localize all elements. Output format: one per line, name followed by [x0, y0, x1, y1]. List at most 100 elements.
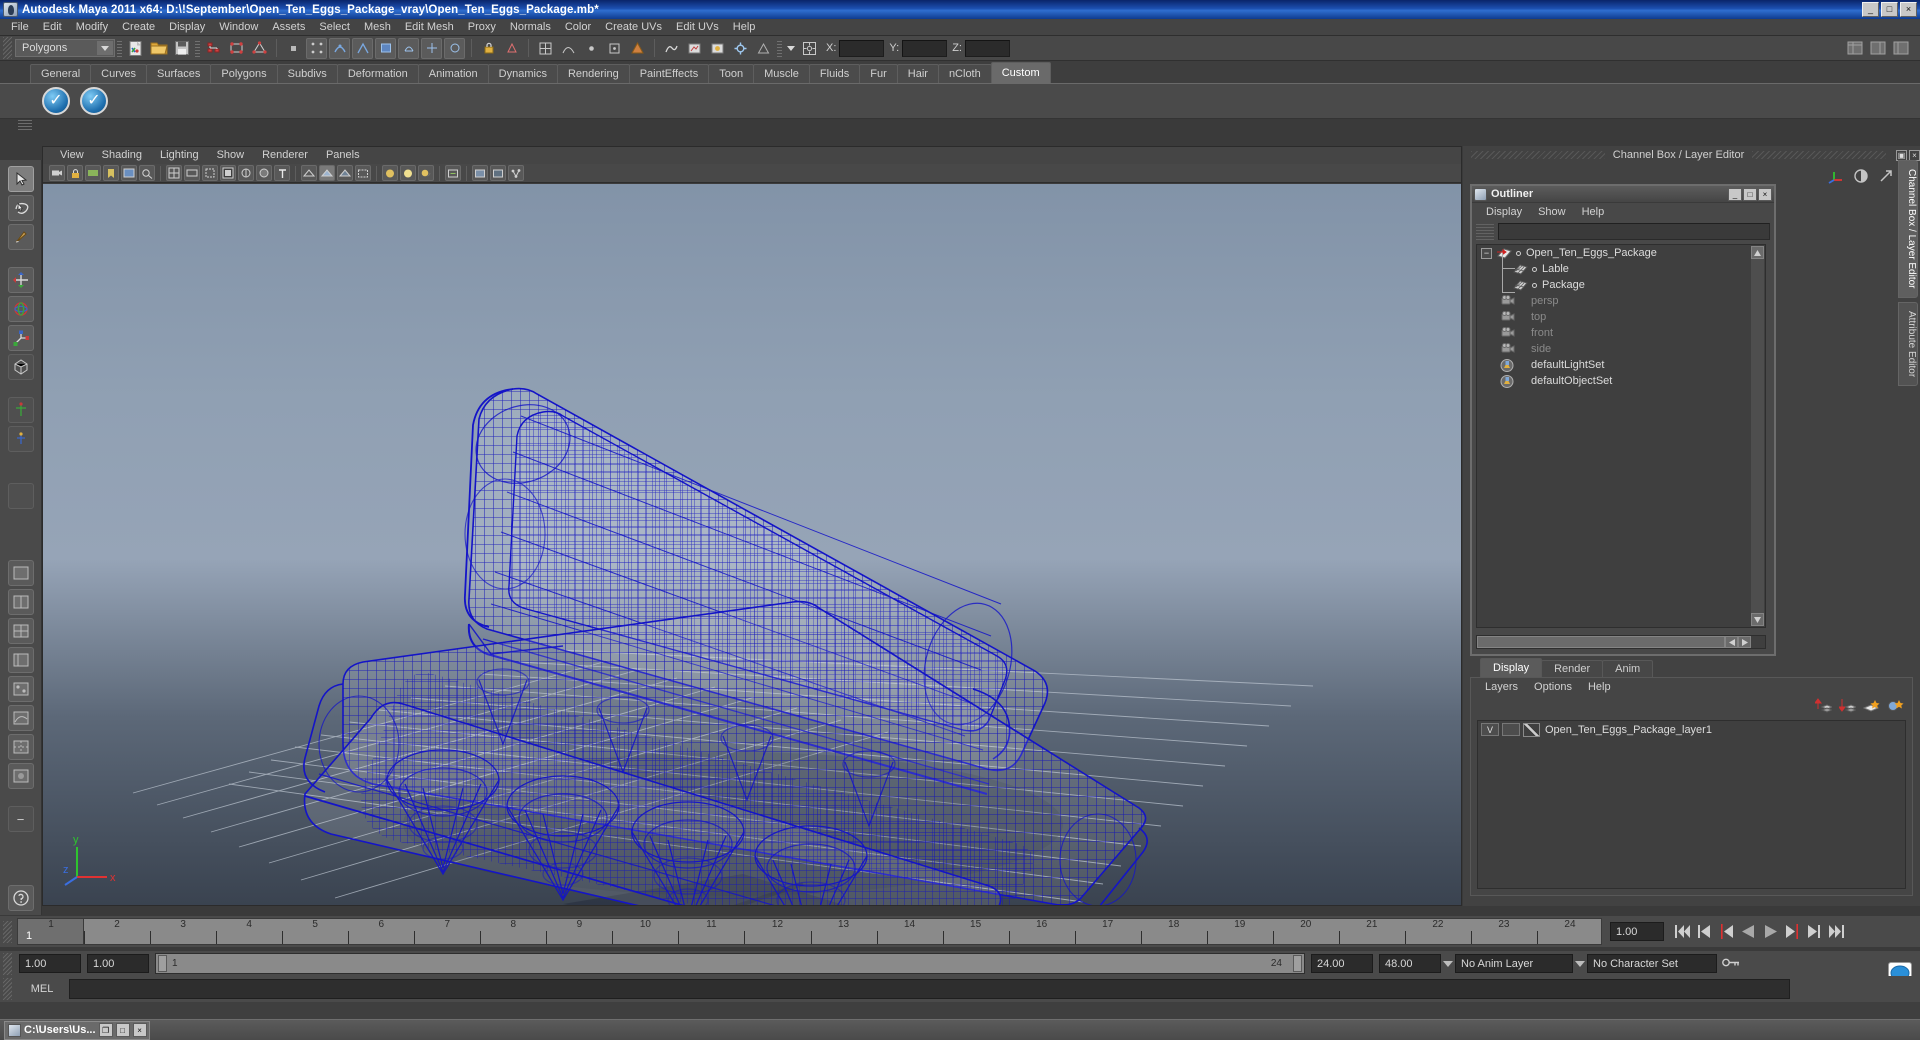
outliner-item-side[interactable]: side: [1477, 341, 1765, 357]
layer-tab-display[interactable]: Display: [1480, 658, 1543, 677]
layer-list[interactable]: V Open_Ten_Eggs_Package_layer1: [1477, 720, 1906, 889]
shading-bounding-box-icon[interactable]: [355, 165, 371, 181]
y-input[interactable]: [902, 39, 948, 57]
select-by-component-icon[interactable]: [249, 38, 270, 59]
component-mask-handle-icon[interactable]: [283, 38, 304, 59]
camera-attributes-icon[interactable]: [85, 165, 101, 181]
new-scene-icon[interactable]: [125, 38, 146, 59]
show-tool-settings-icon[interactable]: [1890, 38, 1911, 59]
menu-item-assets[interactable]: Assets: [265, 19, 312, 35]
menu-item-edit-mesh[interactable]: Edit Mesh: [398, 19, 461, 35]
dock-drag-handle-left[interactable]: [1471, 151, 1605, 159]
shading-flat-icon[interactable]: [337, 165, 353, 181]
outliner-filter-icon[interactable]: [1476, 223, 1494, 240]
select-tool-button[interactable]: [7, 166, 34, 192]
select-by-object-icon[interactable]: [226, 38, 247, 59]
object-mode-button[interactable]: [7, 483, 34, 509]
viewport-menu-shading[interactable]: Shading: [93, 147, 151, 164]
layer-menu-layers[interactable]: Layers: [1477, 681, 1526, 693]
viewport-menu-lighting[interactable]: Lighting: [151, 147, 208, 164]
outliner-item-open_ten_eggs_package[interactable]: − Open_Ten_Eggs_Package: [1477, 245, 1765, 261]
outliner-expander[interactable]: −: [1481, 247, 1492, 259]
xray-icon[interactable]: [256, 165, 272, 181]
soft-mod-tool-button[interactable]: [7, 426, 34, 452]
playback-start-field[interactable]: 1.00: [87, 954, 149, 973]
time-slider[interactable]: 1 1 2 3 4 5 6 7 8 9 10 11 12 13 14 15 16 17 18 19 20 21 22 23 2…: [17, 918, 1602, 945]
taskbar-maximize-button[interactable]: □: [115, 1023, 130, 1037]
viewport-menu-show[interactable]: Show: [208, 147, 254, 164]
new-layer-icon[interactable]: [1862, 698, 1880, 713]
taskbar-restore-button[interactable]: ❐: [98, 1023, 113, 1037]
play-backwards-icon[interactable]: [1740, 924, 1757, 940]
snap-to-point-icon[interactable]: [581, 38, 602, 59]
hypergraph-layout-button[interactable]: [7, 676, 34, 702]
x-input[interactable]: [839, 39, 885, 57]
outliner-tree[interactable]: − Open_Ten_Eggs_Package Lable Package persp t…: [1476, 244, 1766, 628]
menu-item-file[interactable]: File: [4, 19, 36, 35]
range-end-field[interactable]: 48.00: [1379, 954, 1441, 973]
layer-visibility-toggle[interactable]: V: [1481, 723, 1499, 736]
shelf-tab-painteffects[interactable]: PaintEffects: [628, 64, 710, 83]
outliner-item-top[interactable]: top: [1477, 309, 1765, 325]
transform-field-chevron-icon[interactable]: [784, 39, 798, 57]
vray-sphere-icon[interactable]: ✓: [42, 87, 70, 115]
menu-item-select[interactable]: Select: [312, 19, 357, 35]
dock-restore-button[interactable]: ▣: [1896, 149, 1907, 161]
menu-set-selector[interactable]: Polygons: [15, 39, 115, 57]
dock-tab-attribute-editor[interactable]: Attribute Editor: [1898, 301, 1918, 386]
lasso-tool-button[interactable]: [7, 195, 34, 221]
shading-smooth-icon[interactable]: [319, 165, 335, 181]
anim-layer-chevron-icon[interactable]: [1441, 955, 1455, 973]
shelf-tab-custom[interactable]: Custom: [990, 62, 1051, 83]
scroll-up-icon[interactable]: [1751, 246, 1764, 259]
viewport-menu-renderer[interactable]: Renderer: [253, 147, 317, 164]
layer-color-swatch[interactable]: [1523, 722, 1540, 737]
select-camera-icon[interactable]: [49, 165, 65, 181]
outliner-menu-show[interactable]: Show: [1530, 206, 1574, 218]
new-layer-from-selected-icon[interactable]: [1887, 698, 1904, 713]
bookmarks-icon[interactable]: [103, 165, 119, 181]
shelf-tab-surfaces[interactable]: Surfaces: [145, 64, 212, 83]
show-channel-box-icon[interactable]: [1844, 38, 1865, 59]
shelf-tab-subdivs[interactable]: Subdivs: [276, 64, 338, 83]
manipulator-axis-icon[interactable]: [1828, 168, 1844, 184]
outliner-maximize-button[interactable]: □: [1743, 187, 1757, 201]
universal-manipulator-button[interactable]: [7, 354, 34, 380]
shelf-tab-deformation[interactable]: Deformation: [336, 64, 419, 83]
maximize-button[interactable]: □: [1881, 2, 1898, 17]
hardware-texturing-icon[interactable]: [382, 165, 398, 181]
component-mask-misc-icon[interactable]: [444, 37, 465, 59]
outliner-vertical-scrollbar[interactable]: [1751, 246, 1764, 626]
move-layer-down-icon[interactable]: [1838, 698, 1858, 713]
half-circle-icon[interactable]: [1853, 168, 1869, 184]
viewport-canvas[interactable]: y x z: [43, 184, 1461, 905]
menu-item-color[interactable]: Color: [558, 19, 598, 35]
show-attribute-editor-icon[interactable]: [1867, 38, 1888, 59]
scale-tool-button[interactable]: [7, 325, 34, 351]
image-plane-icon[interactable]: [121, 165, 137, 181]
playback-end-field[interactable]: 24.00: [1311, 954, 1373, 973]
snap-to-view-plane-icon[interactable]: [604, 38, 625, 59]
outliner-close-button[interactable]: ×: [1758, 187, 1772, 201]
grid-toggle-icon[interactable]: [166, 165, 182, 181]
shelf-tab-hair[interactable]: Hair: [896, 64, 939, 83]
render-view-icon[interactable]: [753, 38, 774, 59]
construction-history-icon[interactable]: [661, 38, 682, 59]
taskbar-close-button[interactable]: ×: [132, 1023, 147, 1037]
shelf-tab-general[interactable]: General: [30, 64, 92, 83]
dock-drag-handle-right[interactable]: [1752, 151, 1886, 159]
outliner-node-dot[interactable]: [1516, 250, 1521, 256]
open-scene-icon[interactable]: [148, 38, 169, 59]
outliner-item-package[interactable]: Package: [1477, 269, 1765, 293]
menu-item-proxy[interactable]: Proxy: [461, 19, 503, 35]
outliner-title-bar[interactable]: Outliner _ □ ×: [1472, 186, 1774, 203]
outliner-item-defaultlightset[interactable]: defaultLightSet: [1477, 357, 1765, 373]
gate-mask-icon[interactable]: [220, 165, 236, 181]
range-bar[interactable]: 1 24: [155, 953, 1305, 974]
step-forward-key-icon[interactable]: [1784, 923, 1801, 940]
outliner-menu-display[interactable]: Display: [1478, 206, 1530, 218]
menu-item-modify[interactable]: Modify: [69, 19, 115, 35]
two-pane-layout-button[interactable]: [7, 589, 34, 615]
shelf-tab-fur[interactable]: Fur: [859, 64, 898, 83]
character-set-chevron-icon[interactable]: [1573, 955, 1587, 973]
